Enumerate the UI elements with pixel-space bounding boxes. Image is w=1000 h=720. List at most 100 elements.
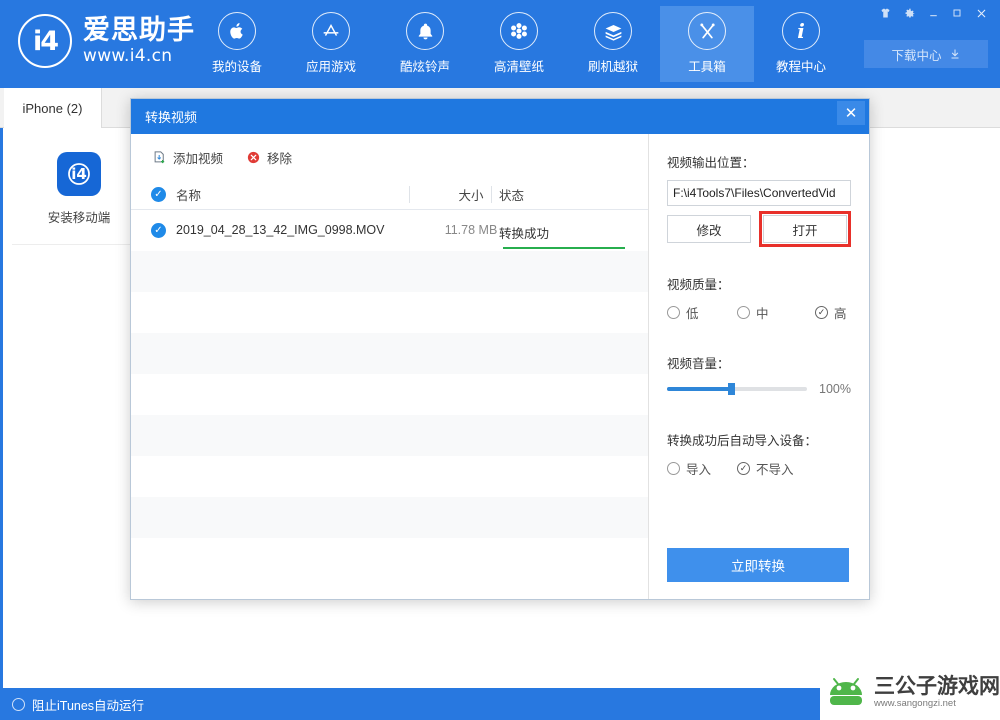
dialog-title: 转换视频 [145, 110, 198, 125]
row-progress-bar [503, 247, 625, 249]
video-list-rows: ✓ 2019_04_28_13_42_IMG_0998.MOV 11.78 MB… [131, 210, 648, 579]
download-center-label: 下载中心 [891, 48, 942, 63]
column-size-label: 大小 [458, 189, 484, 203]
column-divider [491, 186, 492, 203]
app-header: i4 爱思助手 www.i4.cn 我的设备 应用游戏 酷炫铃声 高清壁纸 刷机… [0, 0, 1000, 88]
nav-item-flash-jailbreak[interactable]: 刷机越狱 [566, 6, 660, 82]
watermark-title: 三公子游戏网 [874, 673, 1000, 698]
minimize-icon[interactable] [922, 3, 944, 23]
column-state-label: 状态 [499, 189, 525, 203]
row-status: 转换成功 [499, 227, 550, 241]
volume-slider[interactable]: 100% [667, 382, 851, 396]
quality-high-label: 高 [834, 307, 847, 321]
quality-option-medium[interactable]: 中 [737, 303, 815, 322]
android-robot-icon [830, 678, 862, 705]
nav-label: 高清壁纸 [493, 60, 544, 74]
row-checkbox[interactable]: ✓ [151, 223, 166, 238]
table-row-empty[interactable] [131, 538, 648, 579]
info-icon: i [782, 12, 820, 50]
radio-dot-selected: ✓ [737, 462, 750, 475]
nav-item-my-device[interactable]: 我的设备 [190, 6, 284, 82]
table-row-empty[interactable] [131, 456, 648, 497]
auto-import-option-yes[interactable]: 导入 [667, 459, 737, 478]
apple-icon [218, 12, 256, 50]
convert-now-button[interactable]: 立即转换 [667, 548, 849, 582]
close-icon[interactable] [970, 3, 992, 23]
output-path-input[interactable]: F:\i4Tools7\Files\ConvertedVid [667, 180, 851, 206]
video-list-panel: 添加视频 移除 ✓ 名称 大小 状态 ✓ 2019_04_28_13_42_IM… [131, 134, 649, 599]
left-accent-rail [0, 128, 3, 688]
table-row-empty[interactable] [131, 251, 648, 292]
table-row-empty[interactable] [131, 415, 648, 456]
open-folder-button[interactable]: 打开 [759, 211, 851, 247]
volume-slider-knob[interactable] [728, 383, 736, 395]
volume-slider-track[interactable] [667, 383, 808, 395]
row-file-name: 2019_04_28_13_42_IMG_0998.MOV [176, 223, 385, 237]
table-row[interactable]: ✓ 2019_04_28_13_42_IMG_0998.MOV 11.78 MB… [131, 210, 648, 251]
auto-import-yes-label: 导入 [686, 463, 712, 477]
table-row-empty[interactable] [131, 497, 648, 538]
tab-iphone[interactable]: iPhone (2) [4, 88, 102, 128]
table-row-empty[interactable] [131, 333, 648, 374]
app-logo: i4 爱思助手 www.i4.cn [18, 14, 195, 68]
watermark-url: www.sangongzi.net [874, 697, 956, 709]
quality-option-high[interactable]: ✓ 高 [815, 303, 847, 322]
list-header-row: ✓ 名称 大小 状态 [131, 180, 648, 210]
dialog-body: 添加视频 移除 ✓ 名称 大小 状态 ✓ 2019_04_28_13_42_IM… [131, 134, 869, 599]
radio-dot [737, 306, 750, 319]
auto-import-no-label: 不导入 [756, 463, 794, 477]
nav-item-tutorials[interactable]: i 教程中心 [754, 6, 848, 82]
quality-low-label: 低 [686, 307, 699, 321]
video-quality-options: 低 中 ✓ 高 [667, 303, 851, 322]
remove-button[interactable]: 移除 [245, 148, 292, 167]
nav-label: 工具箱 [688, 60, 726, 74]
list-toolbar: 添加视频 移除 [131, 134, 648, 180]
logo-url: www.i4.cn [83, 46, 173, 66]
nav-label: 酷炫铃声 [399, 60, 450, 74]
quality-option-low[interactable]: 低 [667, 303, 737, 322]
auto-import-label: 转换成功后自动导入设备： [667, 434, 818, 448]
nav-label: 教程中心 [775, 60, 826, 74]
convert-video-dialog: 转换视频 ✕ 添加视频 移除 ✓ 名称 大小 状态 ✓ 2019_04_28_1… [130, 98, 870, 600]
video-quality-label: 视频质量： [667, 278, 730, 292]
bell-icon [406, 12, 444, 50]
add-video-icon [151, 149, 167, 165]
tool-label: 安装移动端 [47, 211, 111, 225]
tab-label: iPhone (2) [22, 100, 83, 116]
nav-label: 应用游戏 [305, 60, 356, 74]
gear-icon[interactable] [898, 3, 920, 23]
add-video-label: 添加视频 [173, 151, 224, 166]
column-name[interactable]: ✓ 名称 [151, 185, 201, 204]
window-controls [874, 3, 992, 23]
table-row-empty[interactable] [131, 292, 648, 333]
output-path-label: 视频输出位置： [667, 156, 755, 170]
auto-import-option-no[interactable]: ✓ 不导入 [737, 459, 794, 478]
application-window: i4 爱思助手 www.i4.cn 我的设备 应用游戏 酷炫铃声 高清壁纸 刷机… [0, 0, 1000, 720]
tool-install-mobile-client[interactable]: i4 安装移动端 [12, 134, 147, 245]
nav-item-wallpapers[interactable]: 高清壁纸 [472, 6, 566, 82]
skin-icon[interactable] [874, 3, 896, 23]
table-row-empty[interactable] [131, 374, 648, 415]
select-all-checkbox[interactable]: ✓ [151, 187, 166, 202]
flash-box-icon [594, 12, 632, 50]
radio-dot-selected: ✓ [815, 306, 828, 319]
dialog-close-icon[interactable]: ✕ [837, 101, 865, 125]
maximize-icon[interactable] [946, 3, 968, 23]
auto-import-options: 导入 ✓ 不导入 [667, 459, 851, 478]
download-center-button[interactable]: 下载中心 [864, 40, 988, 68]
nav-item-toolbox[interactable]: 工具箱 [660, 6, 754, 82]
i4-app-icon: i4 [57, 152, 101, 196]
nav-item-apps-games[interactable]: 应用游戏 [284, 6, 378, 82]
block-itunes-label: 阻止iTunes自动运行 [32, 698, 145, 713]
dialog-title-bar: 转换视频 ✕ [131, 99, 869, 134]
download-arrow-icon [951, 49, 958, 59]
column-state[interactable]: 状态 [499, 185, 524, 204]
watermark-overlay: 三公子游戏网 www.sangongzi.net [820, 664, 1000, 720]
block-itunes-toggle[interactable]: 阻止iTunes自动运行 [12, 695, 144, 714]
add-video-button[interactable]: 添加视频 [151, 148, 223, 167]
radio-dot [667, 462, 680, 475]
nav-item-ringtones[interactable]: 酷炫铃声 [378, 6, 472, 82]
quality-medium-label: 中 [756, 307, 769, 321]
modify-path-button[interactable]: 修改 [667, 215, 751, 243]
flower-icon [500, 12, 538, 50]
